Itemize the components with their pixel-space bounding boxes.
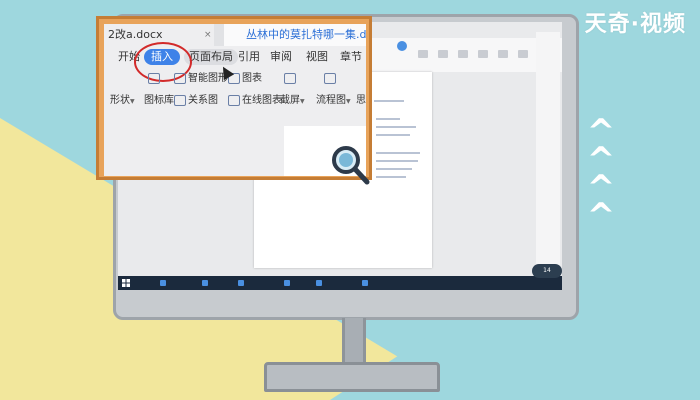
monitor-stand-neck <box>342 318 366 366</box>
taskbar-app[interactable] <box>360 276 414 290</box>
icon-library-button[interactable]: 图标库 <box>144 92 174 110</box>
taskbar <box>118 276 562 290</box>
relation-icon <box>174 94 186 106</box>
relation-chart-button[interactable]: 关系图 <box>174 92 218 110</box>
tool-row: 智能图形 图表 <box>104 70 366 92</box>
menu-page-layout[interactable]: 页面布局 <box>184 49 238 65</box>
menu-view[interactable]: 视图 <box>306 46 328 68</box>
document-tab-bar: 2改a.docx × W 丛林中的莫扎特哪一集.docx <box>104 24 366 46</box>
shape-tool[interactable] <box>324 70 338 88</box>
chevron-up-icon: ^ ^ ^ ^ <box>586 112 616 236</box>
menu-review[interactable]: 审阅 <box>270 46 292 68</box>
picture-icon <box>148 72 160 84</box>
menu-references[interactable]: 引用 <box>238 46 260 68</box>
menu-chapter[interactable]: 章节 <box>340 46 362 68</box>
shapes-icon <box>324 72 336 84</box>
mind-map-button[interactable]: 思 <box>356 92 366 110</box>
floating-ball-icon[interactable] <box>397 41 407 51</box>
watermark-logo: 天奇·视频 <box>584 12 686 37</box>
windows-start-icon[interactable] <box>122 279 130 287</box>
screenshot-tool[interactable] <box>284 70 298 88</box>
flowchart-button[interactable]: 流程图▼ <box>316 92 351 110</box>
notification-badge[interactable]: 14 <box>532 264 562 278</box>
document-tab-active[interactable]: 丛林中的莫扎特哪一集.docx <box>224 24 366 46</box>
crop-icon <box>284 72 296 84</box>
smart-art-icon <box>174 72 186 84</box>
monitor-stand-base <box>264 362 440 392</box>
close-tab-icon[interactable]: × <box>204 24 212 46</box>
magnifier-icon <box>332 146 370 185</box>
side-toolbar <box>536 32 560 268</box>
shapes-button[interactable]: 形状▼ <box>110 92 135 110</box>
zoomed-ribbon: 2改a.docx × W 丛林中的莫扎特哪一集.docx 开始 插入 页面布局 … <box>104 24 366 176</box>
online-chart-icon <box>228 94 240 106</box>
online-chart-button[interactable]: 在线图表 <box>228 92 282 110</box>
picture-tool[interactable] <box>148 70 162 88</box>
tool-row: 形状▼ 图标库 关系图 在线图表 截屏▼ 流程图▼ 思 <box>104 92 366 114</box>
screenshot-button[interactable]: 截屏▼ <box>280 92 305 110</box>
